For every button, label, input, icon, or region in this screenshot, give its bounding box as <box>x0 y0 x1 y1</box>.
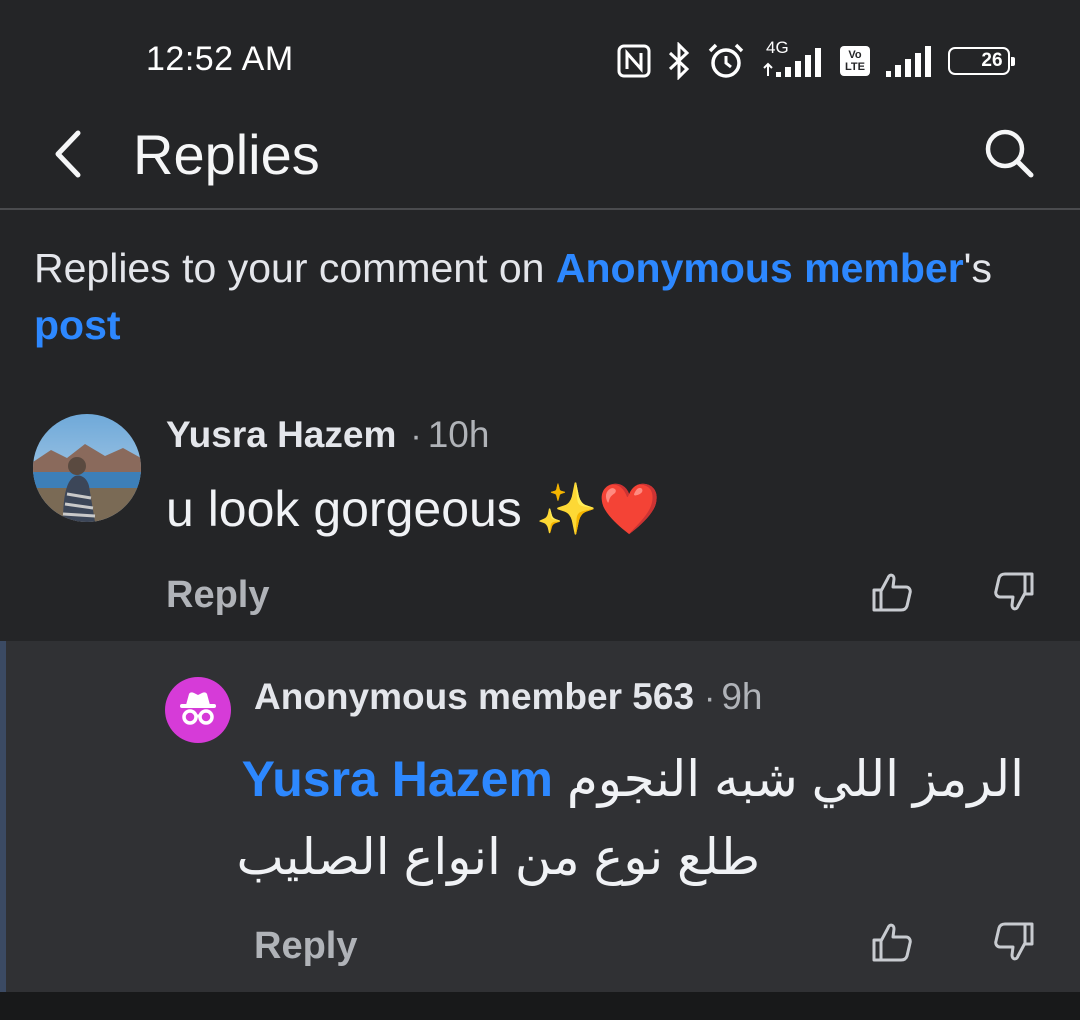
bluetooth-icon <box>666 42 692 80</box>
page-title: Replies <box>133 123 320 186</box>
anonymous-avatar[interactable] <box>165 677 231 743</box>
reply-line-2: طلع نوع من انواع الصليب <box>236 818 760 896</box>
separator-dot: · <box>410 417 422 455</box>
reply-time[interactable]: 9h <box>721 676 762 717</box>
context-heading: Replies to your comment on Anonymous mem… <box>34 240 1044 354</box>
thumbs-up-icon <box>870 570 914 619</box>
bottom-strip <box>0 992 1080 1020</box>
battery-icon: 26 <box>948 47 1015 75</box>
thread-indicator <box>0 641 6 992</box>
nfc-icon <box>616 43 652 79</box>
signal-icon <box>884 43 934 79</box>
reply-text: الرمز اللي شبه النجوم Yusra Hazem طلع نو… <box>236 740 1024 896</box>
thumbs-up-icon <box>870 920 914 969</box>
status-bar: 12:52 AM 4G Vo LTE 26 <box>0 0 1080 110</box>
status-icons: 4G Vo LTE 26 <box>616 38 1015 84</box>
back-button[interactable] <box>40 128 96 184</box>
post-link[interactable]: post <box>34 302 121 348</box>
comment-author[interactable]: Yusra Hazem <box>166 414 396 455</box>
like-button[interactable] <box>868 570 916 618</box>
volte-icon: Vo LTE <box>840 46 870 76</box>
signal-4g-icon: 4G <box>760 38 826 80</box>
comment-text: u look gorgeous ✨❤️ <box>166 481 661 537</box>
search-button[interactable] <box>976 122 1042 188</box>
comment-header: Yusra Hazem · 10h <box>166 414 489 456</box>
anonymous-member-link[interactable]: Anonymous member <box>556 245 964 291</box>
battery-level: 26 <box>981 50 1003 71</box>
dislike-button[interactable] <box>990 570 1038 618</box>
avatar-photo-image <box>33 414 141 522</box>
thumbs-down-icon <box>992 920 1036 969</box>
app-header: Replies <box>0 110 1080 210</box>
context-possessive: 's <box>963 245 992 291</box>
mention-link[interactable]: Yusra Hazem <box>242 751 553 807</box>
dislike-button[interactable] <box>990 920 1038 968</box>
reply-line-1: الرمز اللي شبه النجوم Yusra Hazem <box>242 740 1024 818</box>
search-icon <box>981 125 1037 186</box>
alarm-icon <box>706 42 746 80</box>
avatar[interactable] <box>33 414 141 522</box>
reply-button[interactable]: Reply <box>166 574 269 617</box>
status-time: 12:52 AM <box>146 40 294 78</box>
volte-label: Vo LTE <box>845 49 865 73</box>
context-prefix: Replies to your comment on <box>34 245 556 291</box>
incognito-icon <box>176 686 220 735</box>
comment-time[interactable]: 10h <box>428 414 490 455</box>
reply-header: Anonymous member 563 · 9h <box>254 676 763 718</box>
reply-button[interactable]: Reply <box>254 925 357 968</box>
like-button[interactable] <box>868 920 916 968</box>
reply-author[interactable]: Anonymous member 563 <box>254 676 694 717</box>
thumbs-down-icon <box>992 570 1036 619</box>
reply-text-line2: طلع نوع من انواع الصليب <box>236 829 760 885</box>
chevron-left-icon <box>50 129 86 184</box>
separator-dot: · <box>704 679 716 717</box>
reply-text-line1: الرمز اللي شبه النجوم <box>566 751 1024 807</box>
